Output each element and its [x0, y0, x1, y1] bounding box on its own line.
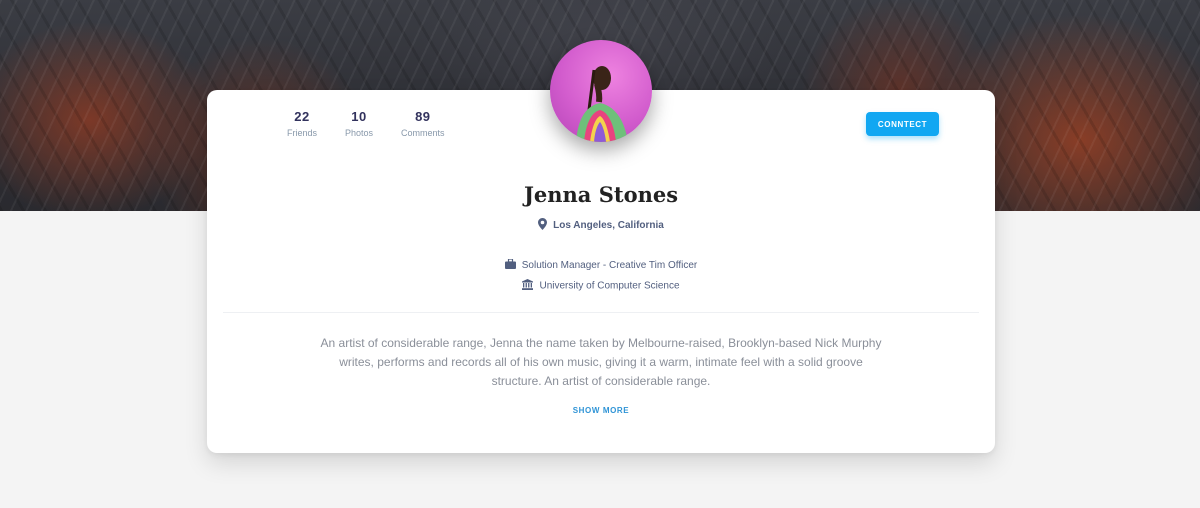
stat-friends-label: Friends: [287, 128, 318, 138]
job-text: Solution Manager - Creative Tim Officer: [521, 260, 698, 272]
profile-stats: 22 Friends 10 Photos 89 Comments: [287, 108, 473, 138]
stat-photos: 10 Photos: [345, 108, 373, 138]
stat-photos-label: Photos: [345, 128, 374, 138]
profile-name: Jenna Stones: [523, 182, 679, 207]
education-text: University of Computer Science: [539, 280, 680, 292]
university-icon: [522, 279, 534, 293]
divider: [223, 312, 979, 313]
stat-friends-count: 22: [294, 109, 310, 124]
briefcase-icon: [504, 258, 516, 272]
stat-photos-count: 10: [351, 109, 367, 124]
show-more-link[interactable]: SHOW MORE: [207, 406, 995, 415]
profile-job: Solution Manager - Creative Tim Officer: [207, 258, 995, 272]
profile-location: Los Angeles, California: [207, 218, 995, 233]
stat-friends: 22 Friends: [287, 108, 317, 138]
connect-button[interactable]: CONNTECT: [866, 112, 939, 136]
stat-comments-count: 89: [415, 109, 431, 124]
stat-comments: 89 Comments: [401, 108, 445, 138]
location-text: Los Angeles, California: [553, 220, 664, 232]
profile-education: University of Computer Science: [207, 279, 995, 293]
profile-bio: An artist of considerable range, Jenna t…: [320, 336, 882, 388]
avatar: [550, 40, 652, 142]
profile-card: 22 Friends 10 Photos 89 Comments CONNTEC…: [207, 90, 995, 453]
stat-comments-label: Comments: [401, 128, 445, 138]
map-marker-icon: [538, 218, 548, 233]
